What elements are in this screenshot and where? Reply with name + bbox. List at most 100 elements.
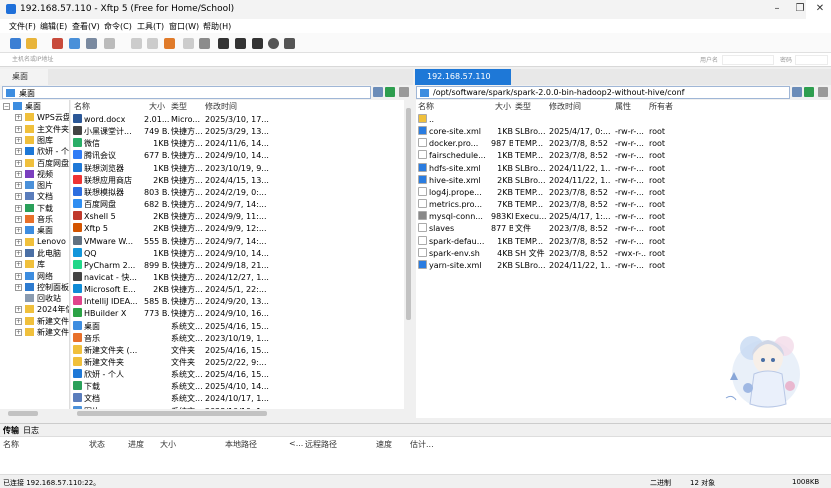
expand-icon[interactable]: +: [15, 261, 22, 269]
transfer-col-size[interactable]: 大小: [160, 439, 176, 450]
tree-item[interactable]: + 百度网盘: [0, 158, 69, 169]
local-file-row[interactable]: 腾讯会议 677 B...快捷方...2024/9/10, 14...: [71, 150, 404, 162]
remote-col-attributes[interactable]: 属性: [615, 100, 631, 113]
tree-item[interactable]: + 此电脑: [0, 248, 69, 259]
transfer-col-direction[interactable]: <...: [289, 439, 303, 448]
expand-icon[interactable]: +: [15, 238, 22, 246]
tree-item[interactable]: + Lenovo: [0, 237, 69, 248]
local-vscroll-thumb[interactable]: [406, 108, 411, 320]
reconnect-icon[interactable]: [86, 38, 97, 49]
tree-item[interactable]: + 主文件夹: [0, 124, 69, 135]
transfer-col-speed[interactable]: 速度: [376, 439, 392, 450]
local-refresh-icon[interactable]: [385, 87, 395, 97]
expand-icon[interactable]: +: [15, 193, 22, 201]
local-file-row[interactable]: 下载 系统文... 2025/4/10, 14...: [71, 381, 404, 393]
tree-item[interactable]: + 图库: [0, 135, 69, 146]
collapse-icon[interactable]: −: [3, 103, 10, 110]
menu-tools[interactable]: 工具(T): [137, 21, 164, 32]
remote-file-row[interactable]: ..: [416, 114, 716, 126]
transfer-col-progress[interactable]: 进度: [128, 439, 144, 450]
tree-item[interactable]: + 视频: [0, 169, 69, 180]
remote-file-row[interactable]: mysql-conn... 983KBExecu...2025/4/17, 1:.…: [416, 211, 716, 223]
menu-edit[interactable]: 编辑(E): [40, 21, 67, 32]
local-file-row[interactable]: QQ 1KB 快捷方... 2024/9/10, 14...: [71, 247, 404, 260]
local-vertical-scrollbar[interactable]: [404, 100, 413, 418]
tab-remote[interactable]: 192.168.57.110: [415, 69, 511, 85]
remote-col-owner[interactable]: 所有者: [649, 100, 673, 113]
local-file-row[interactable]: 新建文件夹 文件夹 2025/2/22, 9:...: [71, 357, 404, 369]
host-input[interactable]: 主机名或IP地址: [4, 55, 384, 65]
expand-icon[interactable]: +: [15, 204, 22, 212]
menu-file[interactable]: 文件(F): [9, 21, 36, 32]
edit-properties-icon[interactable]: [52, 38, 63, 49]
remote-file-row[interactable]: docker.pro... 987 B...TEMP... 2023/7/8, 8:…: [416, 138, 716, 150]
expand-icon[interactable]: +: [15, 227, 22, 235]
local-hscroll-thumb[interactable]: [77, 411, 267, 416]
local-file-row[interactable]: HBuilder X 773 B...快捷方...2024/9/10, 16...: [71, 308, 404, 320]
local-browse-icon[interactable]: [373, 87, 383, 97]
remote-file-row[interactable]: hdfs-site.xml 1KB SLBro... 2024/11/22, 1...…: [416, 162, 716, 175]
local-file-row[interactable]: Xshell 5 2KB 快捷方... 2024/9/9, 11:...: [71, 211, 404, 223]
transfer-icon[interactable]: [218, 38, 229, 49]
forward-arrow-icon[interactable]: [147, 38, 158, 49]
local-file-row[interactable]: 文档 系统文... 2024/10/17, 1...: [71, 393, 404, 405]
back-arrow-icon[interactable]: [131, 38, 142, 49]
tab-log[interactable]: 日志: [23, 425, 39, 436]
sync-icon[interactable]: [164, 38, 175, 49]
xshell-icon[interactable]: [235, 38, 246, 49]
tree-item[interactable]: + 桌面: [0, 225, 69, 236]
tree-item[interactable]: + 下载: [0, 203, 69, 214]
local-file-row[interactable]: 联想应用商店 2KB 快捷方... 2024/4/15, 13...: [71, 174, 404, 187]
local-path-box[interactable]: 桌面: [2, 86, 371, 99]
tree-horizontal-scrollbar[interactable]: [0, 409, 70, 418]
expand-icon[interactable]: +: [15, 249, 22, 257]
remote-file-row[interactable]: fairschedule... 1KB TEMP... 2023/7/8, 8:52-…: [416, 150, 716, 162]
menu-window[interactable]: 窗口(W): [169, 21, 199, 32]
local-file-row[interactable]: 百度网盘 682 B...快捷方...2024/9/7, 14:...: [71, 199, 404, 211]
local-options-icon[interactable]: [399, 87, 409, 97]
local-file-row[interactable]: 联想浏览器 1KB 快捷方... 2023/10/19, 9...: [71, 162, 404, 175]
expand-icon[interactable]: +: [15, 216, 22, 223]
copy-icon[interactable]: [183, 38, 194, 49]
tab-local[interactable]: 桌面: [0, 69, 48, 85]
tree-item[interactable]: + 音乐: [0, 214, 69, 225]
tree-item[interactable]: + 文档: [0, 191, 69, 202]
local-file-row[interactable]: 微信 1KB 快捷方... 2024/11/6, 14...: [71, 138, 404, 150]
local-file-row[interactable]: IntelliJ IDEA... 585 B...快捷方...2024/9/20,…: [71, 296, 404, 308]
close-button[interactable]: ✕: [806, 0, 831, 19]
transfer-col-estimated[interactable]: 估计...: [410, 439, 434, 450]
expand-icon[interactable]: +: [15, 329, 22, 336]
transfer-col-local-path[interactable]: 本地路径: [225, 439, 257, 450]
remote-col-type[interactable]: 类型: [515, 100, 531, 113]
tree-item[interactable]: + 控制面板: [0, 282, 69, 293]
tree-item[interactable]: + 欣妍 - 个人: [0, 146, 69, 157]
tree-item[interactable]: +2024年信: [0, 304, 69, 315]
connect-icon[interactable]: [69, 38, 80, 49]
remote-col-size[interactable]: 大小: [495, 100, 511, 113]
local-file-row[interactable]: PyCharm 2... 899 B...快捷方...2024/9/18, 21.…: [71, 259, 404, 272]
local-col-size[interactable]: 大小: [149, 100, 165, 113]
tab-transfers[interactable]: 传输: [3, 425, 19, 436]
local-file-row[interactable]: word.docx 2.01... Micro... 2025/3/10, 17...: [71, 114, 404, 126]
local-file-row[interactable]: navicat - 快... 1KB 快捷方... 2024/12/27, 1...: [71, 271, 404, 284]
expand-icon[interactable]: +: [15, 306, 22, 314]
remote-file-row[interactable]: log4j.prope... 2KB TEMP... 2023/7/8, 8:52 -r…: [416, 186, 716, 199]
help-icon[interactable]: [268, 38, 279, 49]
local-file-row[interactable]: Xftp 5 2KB 快捷方... 2024/9/9, 12:...: [71, 223, 404, 235]
expand-icon[interactable]: +: [15, 283, 22, 291]
expand-icon[interactable]: +: [15, 317, 22, 325]
tree-item[interactable]: + 网络: [0, 271, 69, 282]
remote-browse-icon[interactable]: [792, 87, 802, 97]
remote-file-row[interactable]: core-site.xml 1KB SLBro... 2025/4/17, 0:...…: [416, 126, 716, 138]
menu-view[interactable]: 查看(V): [72, 21, 100, 32]
remote-path-box[interactable]: /opt/software/spark/spark-2.0.0-bin-hado…: [416, 86, 790, 99]
tree-item[interactable]: + 库: [0, 259, 69, 270]
expand-icon[interactable]: +: [15, 125, 22, 133]
remote-col-name[interactable]: 名称: [418, 100, 434, 113]
local-file-row[interactable]: 音乐 系统文... 2023/10/19, 1...: [71, 332, 404, 345]
local-file-row[interactable]: Microsoft E... 2KB 快捷方... 2024/5/1, 22:...: [71, 284, 404, 296]
local-horizontal-scrollbar[interactable]: [71, 409, 404, 418]
expand-icon[interactable]: +: [15, 272, 22, 280]
remote-refresh-icon[interactable]: [804, 87, 814, 97]
paste-icon[interactable]: [199, 38, 210, 49]
